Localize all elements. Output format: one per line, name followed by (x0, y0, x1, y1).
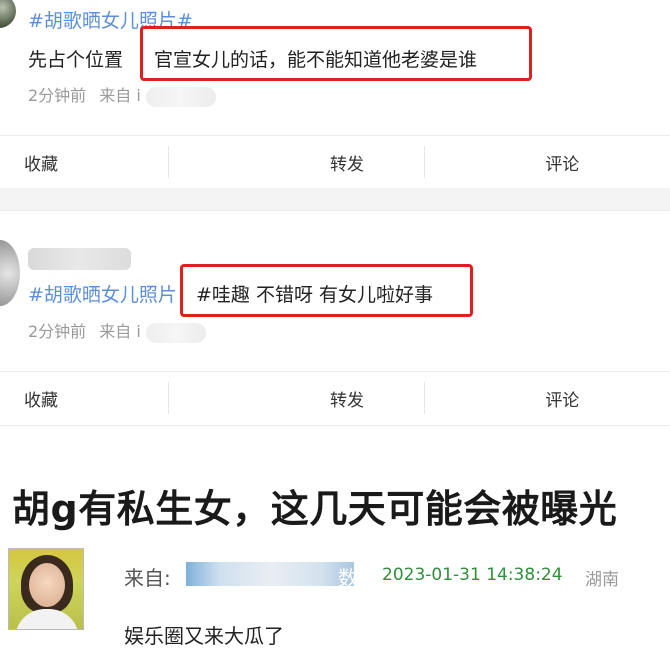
thread-headline: 胡g有私生女，这几天可能会被曝光 (12, 487, 618, 531)
post-source: 来自 i (99, 86, 141, 105)
redacted-source (145, 86, 216, 107)
user-avatar[interactable] (0, 240, 20, 306)
post-meta: 2分钟前 来自 i (28, 318, 206, 343)
post-text-prefix: 先占个位置 (28, 49, 124, 71)
reply-timestamp: 2023-01-31 14:38:24 (382, 565, 563, 585)
avatar-shoulders (15, 609, 79, 629)
post-2-action-bar: 收藏 转发 评论 (0, 372, 670, 424)
reply-avatar[interactable] (8, 548, 84, 630)
divider (0, 425, 670, 426)
repost-button[interactable]: 转发 (239, 372, 454, 424)
favorite-button[interactable]: 收藏 (0, 372, 239, 424)
post-meta: 2分钟前 来自 i (28, 82, 216, 107)
comment-button[interactable]: 评论 (455, 136, 670, 188)
reply-from-tail: 数 (338, 566, 358, 590)
comment-button[interactable]: 评论 (455, 372, 670, 424)
highlight-box (180, 264, 473, 317)
favorite-button[interactable]: 收藏 (0, 136, 239, 188)
user-avatar[interactable] (0, 0, 16, 28)
action-separator (424, 382, 425, 414)
post-time: 2分钟前 (28, 322, 87, 341)
avatar-face (29, 563, 65, 607)
action-separator (168, 382, 169, 414)
action-separator (168, 146, 169, 178)
weibo-post-1: #胡歌晒女儿照片# 先占个位置 官宣女儿的话，能不能知道他老婆是谁 2分钟前 来… (0, 0, 670, 130)
post-time: 2分钟前 (28, 86, 87, 105)
divider (0, 210, 670, 211)
highlight-box (140, 26, 532, 81)
reply-content: 娱乐圈又来大瓜了 (124, 624, 284, 648)
redacted-from-source (186, 562, 354, 586)
post-1-action-bar: 收藏 转发 评论 (0, 136, 670, 188)
reply-region: 湖南 (585, 570, 619, 590)
redacted-source (145, 322, 206, 343)
action-separator (424, 146, 425, 178)
repost-button[interactable]: 转发 (239, 136, 454, 188)
redacted-username (28, 248, 131, 270)
post-source: 来自 i (99, 322, 141, 341)
reply-from-label: 来自: (124, 566, 171, 590)
feed-gap (0, 188, 670, 210)
hashtag-link[interactable]: #胡歌晒女儿照片 (28, 280, 177, 307)
